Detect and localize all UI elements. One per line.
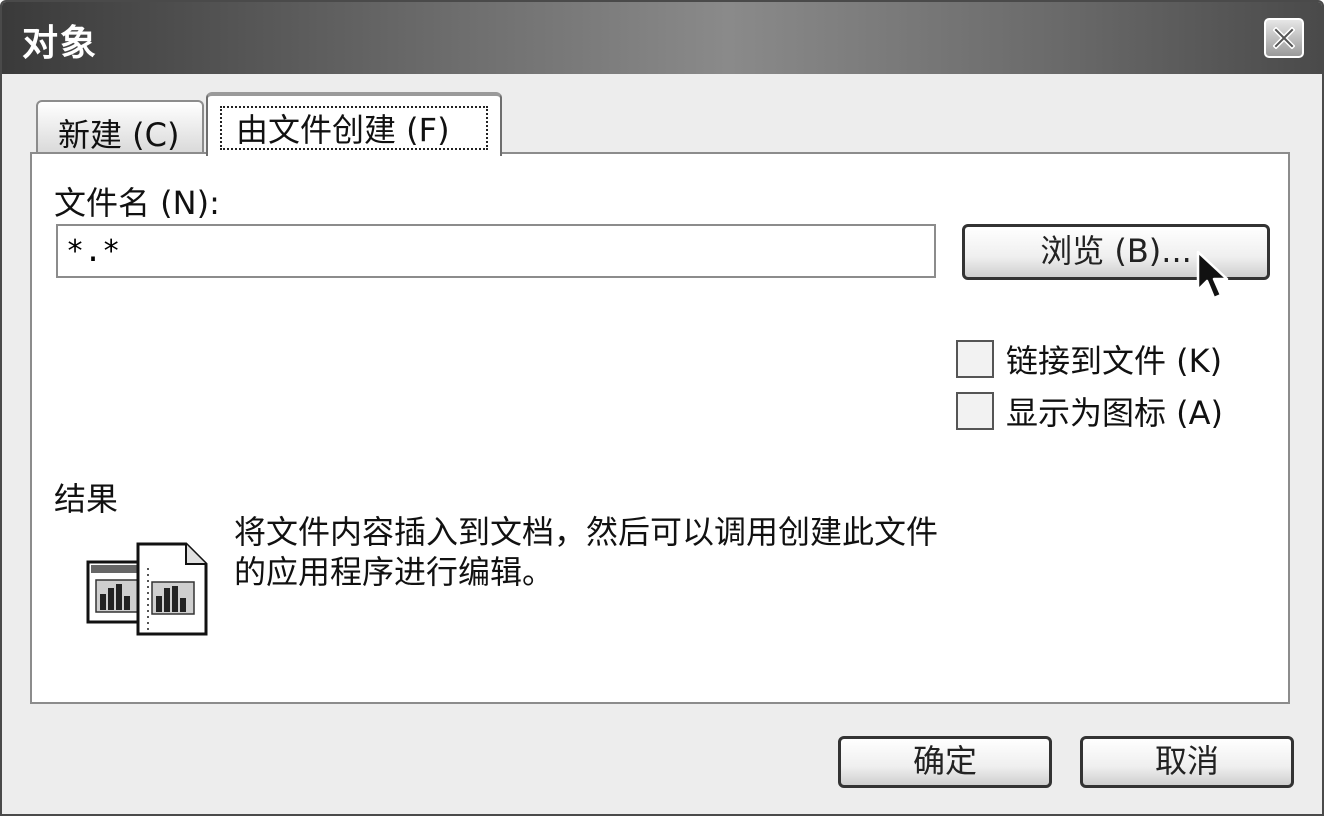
close-button[interactable] (1264, 18, 1304, 58)
display-as-icon-checkbox[interactable] (956, 392, 994, 430)
mouse-pointer-icon (1196, 250, 1229, 300)
result-label: 结果 (54, 480, 119, 518)
ok-button[interactable]: 确定 (838, 736, 1052, 788)
filename-input[interactable] (56, 224, 936, 278)
link-to-file-checkbox[interactable] (956, 340, 994, 378)
result-description: 将文件内容插入到文档，然后可以调用创建此文件的应用程序进行编辑。 (234, 513, 939, 591)
close-icon (1273, 27, 1295, 49)
display-as-icon-label: 显示为图标 (A) (1006, 394, 1224, 432)
tab-create-from-file-label: 由文件创建 (F) (236, 111, 450, 149)
link-to-file-label: 链接到文件 (K) (1006, 342, 1223, 380)
tab-create-new-label: 新建 (C) (58, 116, 180, 154)
object-dialog: 对象 新建 (C) 由文件创建 (F) 文件名 (N): 浏览 (B)... 链… (0, 0, 1324, 816)
filename-label: 文件名 (N): (54, 184, 220, 222)
dialog-title: 对象 (22, 23, 99, 64)
embedded-document-icon (86, 542, 208, 636)
cancel-button[interactable]: 取消 (1080, 736, 1294, 788)
tab-create-from-file[interactable]: 由文件创建 (F) (206, 92, 502, 156)
title-bar[interactable]: 对象 (2, 2, 1322, 74)
tab-create-new[interactable]: 新建 (C) (36, 100, 204, 160)
